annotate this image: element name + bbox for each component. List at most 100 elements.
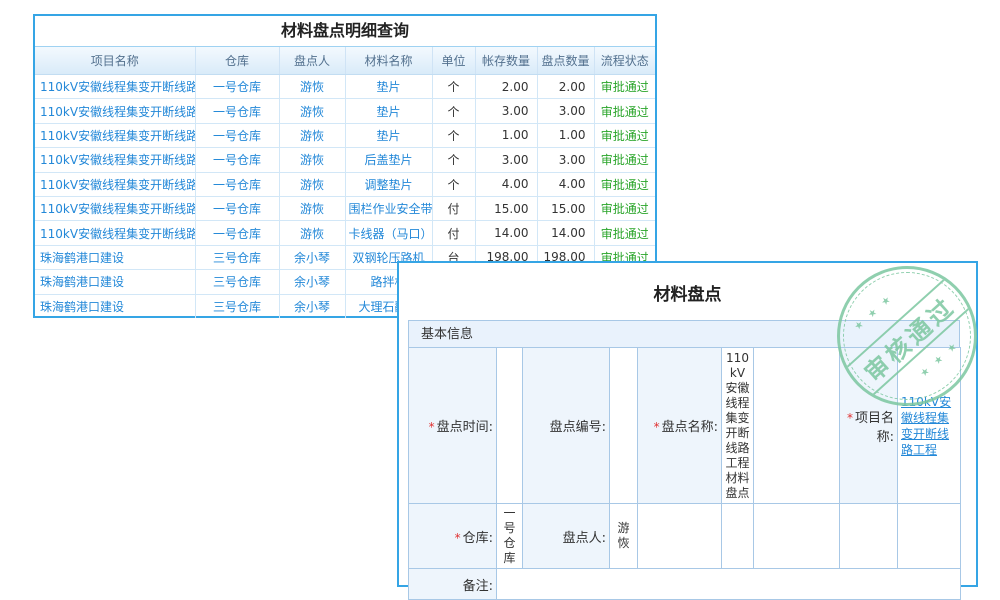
cell-book-qty: 3.00 (475, 99, 537, 123)
cell-project-name[interactable]: 110kV安徽线程集变开断线路工程 (35, 221, 195, 245)
cell-count-qty: 2.00 (537, 75, 594, 99)
cell-material[interactable]: 后盖垫片 (345, 148, 432, 172)
cell-material[interactable]: 卡线器（马口） (345, 221, 432, 245)
cell-counter[interactable]: 游恢 (279, 172, 345, 196)
cell-unit: 个 (432, 99, 475, 123)
cell-warehouse[interactable]: 一号仓库 (195, 221, 279, 245)
table-row: 110kV安徽线程集变开断线路工程一号仓库游恢卡线器（马口）付14.0014.0… (35, 221, 655, 245)
cell-warehouse[interactable]: 三号仓库 (195, 270, 279, 294)
col-header-warehouse: 仓库 (195, 47, 279, 75)
table-row: 110kV安徽线程集变开断线路工程一号仓库游恢后盖垫片个3.003.00审批通过 (35, 148, 655, 172)
cell-status: 审批通过 (594, 172, 655, 196)
count-name-label: *盘点名称: (638, 348, 722, 504)
cell-unit: 付 (432, 196, 475, 220)
cell-status: 审批通过 (594, 123, 655, 147)
cell-project-name[interactable]: 110kV安徽线程集变开断线路工程 (35, 196, 195, 220)
cell-material[interactable]: 垫片 (345, 123, 432, 147)
cell-material[interactable]: 垫片 (345, 99, 432, 123)
query-panel-title: 材料盘点明细查询 (35, 16, 655, 47)
cell-warehouse[interactable]: 一号仓库 (195, 123, 279, 147)
spacer-cell (898, 504, 961, 569)
cell-project-name[interactable]: 珠海鹤港口建设 (35, 245, 195, 269)
table-row: 110kV安徽线程集变开断线路工程一号仓库游恢围栏作业安全带付15.0015.0… (35, 196, 655, 220)
project-name-label: *项目名称: (840, 348, 898, 504)
cell-warehouse[interactable]: 一号仓库 (195, 172, 279, 196)
cell-count-qty: 1.00 (537, 123, 594, 147)
cell-material[interactable]: 围栏作业安全带 (345, 196, 432, 220)
cell-unit: 个 (432, 172, 475, 196)
cell-status: 审批通过 (594, 99, 655, 123)
cell-book-qty: 15.00 (475, 196, 537, 220)
cell-warehouse[interactable]: 一号仓库 (195, 75, 279, 99)
cell-count-qty: 15.00 (537, 196, 594, 220)
cell-counter[interactable]: 余小琴 (279, 294, 345, 318)
cell-warehouse[interactable]: 三号仓库 (195, 294, 279, 318)
cell-counter[interactable]: 余小琴 (279, 245, 345, 269)
cell-material[interactable]: 垫片 (345, 75, 432, 99)
cell-material[interactable]: 调整垫片 (345, 172, 432, 196)
cell-warehouse[interactable]: 三号仓库 (195, 245, 279, 269)
remark-label: 备注: (409, 569, 497, 600)
cell-project-name[interactable]: 110kV安徽线程集变开断线路工程 (35, 172, 195, 196)
cell-count-qty: 3.00 (537, 99, 594, 123)
col-header-project: 项目名称 (35, 47, 195, 75)
cell-status: 审批通过 (594, 221, 655, 245)
cell-project-name[interactable]: 110kV安徽线程集变开断线路工程 (35, 75, 195, 99)
cell-counter[interactable]: 游恢 (279, 148, 345, 172)
spacer-cell (840, 504, 898, 569)
table-row: 110kV安徽线程集变开断线路工程一号仓库游恢调整垫片个4.004.00审批通过 (35, 172, 655, 196)
count-number-value[interactable] (610, 348, 638, 504)
count-time-label: *盘点时间: (409, 348, 497, 504)
spacer-cell (754, 348, 840, 504)
table-row: 110kV安徽线程集变开断线路工程一号仓库游恢垫片个2.002.00审批通过 (35, 75, 655, 99)
cell-counter[interactable]: 游恢 (279, 221, 345, 245)
counter-label: 盘点人: (523, 504, 610, 569)
remark-value[interactable] (497, 569, 961, 600)
section-header-basic-info: 基本信息 (408, 320, 960, 347)
cell-book-qty: 3.00 (475, 148, 537, 172)
cell-project-name[interactable]: 珠海鹤港口建设 (35, 294, 195, 318)
table-row: 110kV安徽线程集变开断线路工程一号仓库游恢垫片个1.001.00审批通过 (35, 123, 655, 147)
cell-status: 审批通过 (594, 75, 655, 99)
spacer-cell (754, 504, 840, 569)
form-table: *盘点时间: 盘点编号: *盘点名称: 110kV安徽线程集变开断线路工程材料盘… (408, 347, 961, 600)
col-header-book-qty: 帐存数量 (475, 47, 537, 75)
cell-counter[interactable]: 余小琴 (279, 270, 345, 294)
spacer-cell (722, 504, 754, 569)
cell-counter[interactable]: 游恢 (279, 75, 345, 99)
cell-project-name[interactable]: 珠海鹤港口建设 (35, 270, 195, 294)
cell-project-name[interactable]: 110kV安徽线程集变开断线路工程 (35, 99, 195, 123)
cell-counter[interactable]: 游恢 (279, 196, 345, 220)
count-time-value[interactable] (497, 348, 523, 504)
form-basic-info: 基本信息 *盘点时间: 盘点编号: *盘点名称: 110kV安徽线程集变开断线路… (408, 320, 960, 600)
col-header-unit: 单位 (432, 47, 475, 75)
required-marker: * (654, 420, 660, 434)
col-header-status: 流程状态 (594, 47, 655, 75)
cell-warehouse[interactable]: 一号仓库 (195, 196, 279, 220)
cell-unit: 个 (432, 123, 475, 147)
cell-count-qty: 3.00 (537, 148, 594, 172)
cell-status: 审批通过 (594, 148, 655, 172)
spacer-cell (638, 504, 722, 569)
count-number-label: 盘点编号: (523, 348, 610, 504)
cell-book-qty: 14.00 (475, 221, 537, 245)
table-header-row: 项目名称 仓库 盘点人 材料名称 单位 帐存数量 盘点数量 流程状态 (35, 47, 655, 75)
cell-warehouse[interactable]: 一号仓库 (195, 148, 279, 172)
counter-value: 游恢 (610, 504, 638, 569)
cell-unit: 个 (432, 75, 475, 99)
cell-counter[interactable]: 游恢 (279, 99, 345, 123)
cell-project-name[interactable]: 110kV安徽线程集变开断线路工程 (35, 148, 195, 172)
cell-book-qty: 4.00 (475, 172, 537, 196)
cell-counter[interactable]: 游恢 (279, 123, 345, 147)
warehouse-label: *仓库: (409, 504, 497, 569)
col-header-count-qty: 盘点数量 (537, 47, 594, 75)
project-name-link[interactable]: 110kV安徽线程集变开断线路工程 (901, 395, 951, 457)
cell-unit: 付 (432, 221, 475, 245)
cell-unit: 个 (432, 148, 475, 172)
cell-project-name[interactable]: 110kV安徽线程集变开断线路工程 (35, 123, 195, 147)
col-header-counter: 盘点人 (279, 47, 345, 75)
cell-warehouse[interactable]: 一号仓库 (195, 99, 279, 123)
table-row: 110kV安徽线程集变开断线路工程一号仓库游恢垫片个3.003.00审批通过 (35, 99, 655, 123)
warehouse-value: 一号仓库 (497, 504, 523, 569)
col-header-material: 材料名称 (345, 47, 432, 75)
